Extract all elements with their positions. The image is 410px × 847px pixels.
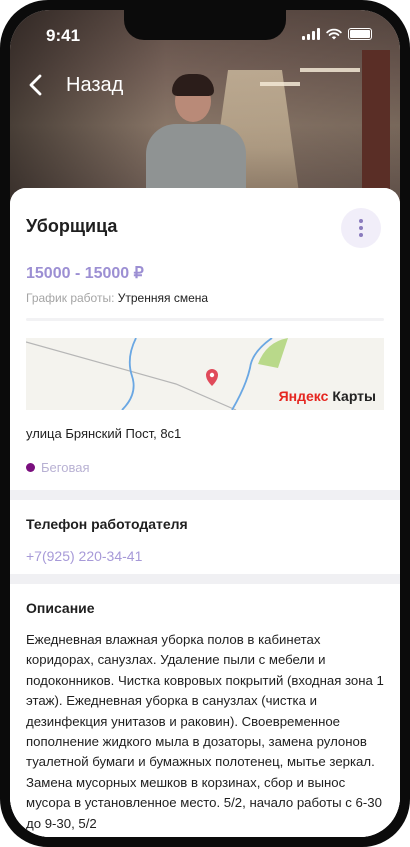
salary: 15000 - 15000 ₽: [26, 265, 144, 282]
section-divider: [10, 574, 400, 584]
description-title: Описание: [26, 600, 95, 616]
vacancy-header-section: Уборщица 15000 - 15000 ₽ График работы: …: [10, 188, 400, 490]
status-icons: [302, 28, 372, 40]
more-dots-icon: [359, 219, 363, 223]
status-time: 9:41: [46, 26, 81, 45]
battery-icon: [348, 28, 372, 40]
phone-section: Телефон работодателя +7(925) 220-34-41: [10, 500, 400, 574]
phone-frame: 9:41 Назад Уборщица 15000 - 15000 ₽ Граф…: [0, 0, 410, 847]
vacancy-card: Уборщица 15000 - 15000 ₽ График работы: …: [10, 188, 400, 837]
section-divider: [10, 490, 400, 500]
address: улица Брянский Пост, 8с1: [26, 426, 182, 441]
back-button-label[interactable]: Назад: [66, 74, 123, 97]
schedule-value: Утренняя смена: [117, 291, 209, 305]
phone-link[interactable]: +7(925) 220-34-41: [26, 548, 142, 564]
description-section: Описание Ежедневная влажная уборка полов…: [10, 584, 400, 837]
schedule: График работы: Утренняя смена: [26, 291, 208, 305]
nav-bar: Назад: [10, 70, 400, 100]
metro-station-name: Беговая: [41, 460, 90, 475]
description-text: Ежедневная влажная уборка полов в кабине…: [26, 632, 384, 831]
screen: 9:41 Назад Уборщица 15000 - 15000 ₽ Граф…: [10, 10, 400, 837]
yandex-maps-logo: Яндекс Карты: [278, 388, 376, 404]
signal-icon: [302, 28, 320, 40]
notch: [124, 10, 286, 40]
back-chevron-icon[interactable]: [24, 72, 48, 98]
job-title: Уборщица: [26, 216, 118, 236]
metro-line-dot-icon: [26, 463, 35, 472]
metro-station: Беговая: [26, 460, 89, 475]
phone-title: Телефон работодателя: [26, 516, 188, 532]
separator-line: [26, 318, 384, 321]
location-map[interactable]: Яндекс Карты: [26, 338, 384, 410]
more-options-button[interactable]: [341, 208, 381, 248]
schedule-label: График работы:: [26, 291, 115, 305]
wifi-icon: [326, 28, 342, 40]
